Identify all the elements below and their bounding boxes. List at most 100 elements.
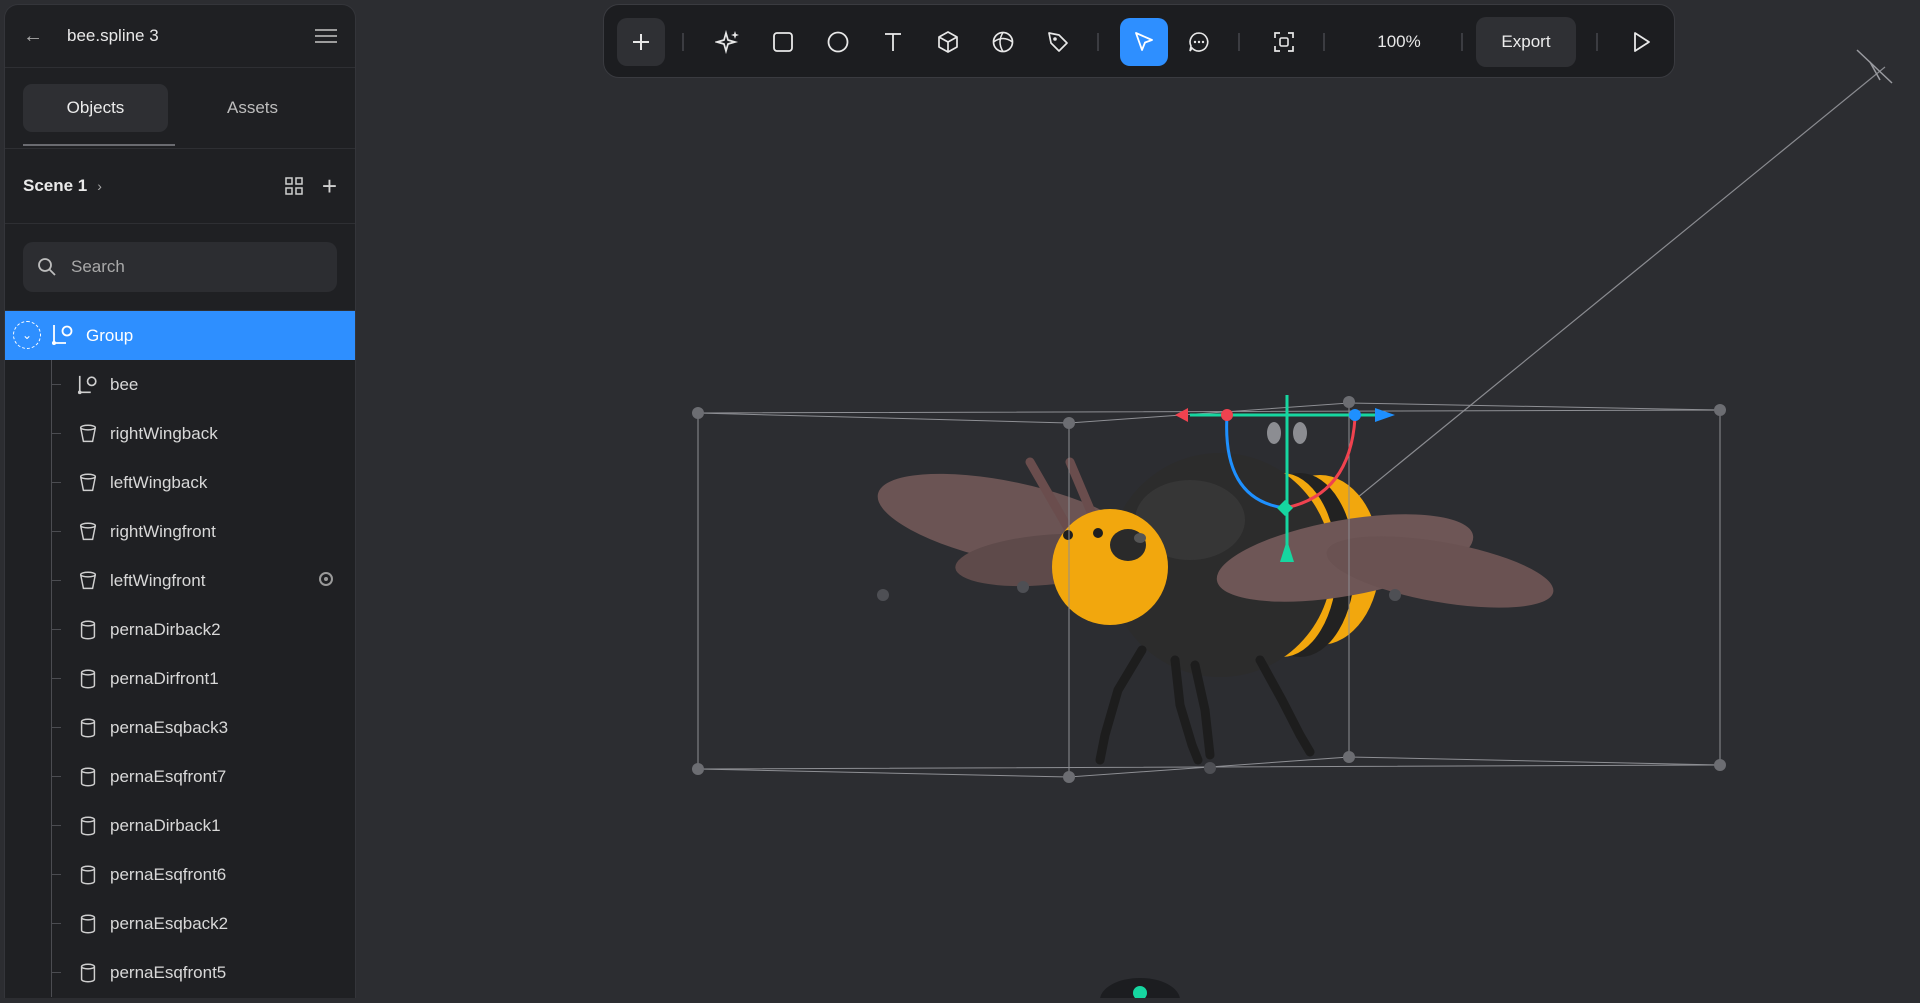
toolbar-divider: [682, 33, 684, 51]
toolbar-divider: [1323, 33, 1325, 51]
cube-tool-button[interactable]: [924, 18, 972, 66]
tree-branch: [51, 580, 61, 581]
tree-item-leftwingback[interactable]: leftWingback: [5, 458, 355, 507]
tree-branch: [51, 629, 61, 630]
select-cursor-icon: [1135, 32, 1153, 51]
back-arrow-icon[interactable]: ←: [23, 25, 47, 48]
zoom-level[interactable]: 100%: [1337, 18, 1461, 66]
tree-branch: [51, 923, 61, 924]
cup-shape-icon: [79, 424, 97, 443]
tree-item-label: pernaDirfront1: [110, 668, 219, 688]
tree-item-label: pernaEsqfront5: [110, 962, 227, 982]
search-input[interactable]: [69, 256, 313, 278]
select-tool-button[interactable]: [1120, 18, 1168, 66]
group-icon: [77, 375, 97, 395]
sphere-tool-button[interactable]: [979, 18, 1027, 66]
tree-item-group[interactable]: ⌄ Group: [5, 311, 355, 360]
rectangle-tool-button[interactable]: [759, 18, 807, 66]
tree-branch: [51, 384, 61, 385]
toolbar-divider: [1461, 33, 1463, 51]
tree-branch: [51, 874, 61, 875]
tree-item-label: pernaDirback2: [110, 619, 221, 639]
tree-branch: [51, 727, 61, 728]
tree-branch: [51, 531, 61, 532]
hamburger-menu-icon[interactable]: [315, 25, 337, 47]
tree-item-pernadirfront1[interactable]: pernaDirfront1: [5, 654, 355, 703]
tree-item-pernadirback1[interactable]: pernaDirback1: [5, 801, 355, 850]
cube-icon: [938, 31, 958, 53]
tree-branch: [51, 776, 61, 777]
ellipse-icon: [827, 31, 849, 53]
tree-item-label: pernaEsqfront7: [110, 766, 227, 786]
tree-item-leftwingfront[interactable]: leftWingfront: [5, 556, 355, 605]
collapse-toggle-icon[interactable]: ⌄: [13, 321, 41, 349]
tree-item-label: rightWingfront: [110, 521, 216, 541]
sidebar-tabs: Objects Assets: [5, 68, 355, 149]
text-tool-button[interactable]: [869, 18, 917, 66]
tree-item-pernaesqfront7[interactable]: pernaEsqfront7: [5, 752, 355, 801]
object-tree: ⌄ Group bee rightWingback leftWingback r…: [5, 311, 355, 997]
camera-object[interactable]: [1329, 49, 1893, 521]
scene-label[interactable]: Scene 1: [23, 176, 87, 196]
tree-item-label: pernaEsqback2: [110, 913, 229, 933]
cup-shape-icon: [79, 473, 97, 492]
toolbar-divider: [1097, 33, 1099, 51]
tree-item-pernaesqback3[interactable]: pernaEsqback3: [5, 703, 355, 752]
cylinder-icon: [80, 914, 96, 934]
tab-assets[interactable]: Assets: [180, 84, 325, 132]
tree-item-label: pernaDirback1: [110, 815, 221, 835]
add-scene-icon[interactable]: +: [322, 173, 337, 199]
tree-item-label: rightWingback: [110, 423, 218, 443]
tree-item-pernaesqfront6[interactable]: pernaEsqfront6: [5, 850, 355, 899]
tree-item-label: leftWingback: [110, 472, 208, 492]
frame-icon: [1274, 32, 1294, 52]
pen-tool-button[interactable]: [1034, 18, 1082, 66]
cylinder-icon: [80, 620, 96, 640]
visibility-toggle-icon[interactable]: [319, 572, 333, 586]
ellipse-tool-button[interactable]: [814, 18, 862, 66]
tree-item-rightwingback[interactable]: rightWingback: [5, 409, 355, 458]
tree-item-pernadirback2[interactable]: pernaDirback2: [5, 605, 355, 654]
tree-item-pernaesqfront5[interactable]: pernaEsqfront5: [5, 948, 355, 997]
cylinder-icon: [80, 767, 96, 787]
tree-item-label: pernaEsqback3: [110, 717, 229, 737]
text-icon: [885, 33, 901, 51]
frame-tool-button[interactable]: [1260, 18, 1308, 66]
tree-item-rightwingfront[interactable]: rightWingfront: [5, 507, 355, 556]
comment-tool-button[interactable]: [1175, 18, 1223, 66]
file-title[interactable]: bee.spline 3: [67, 26, 315, 46]
tree-item-bee[interactable]: bee: [5, 360, 355, 409]
toolbar-divider: [1596, 33, 1598, 51]
search-area: [5, 224, 355, 311]
ai-tool-button[interactable]: [704, 18, 752, 66]
search-icon: [38, 258, 56, 276]
tree-branch: [51, 433, 61, 434]
bottom-pivot-marker[interactable]: [1100, 978, 1180, 1003]
play-icon: [1634, 32, 1650, 52]
top-toolbar: 100% Export: [603, 4, 1675, 78]
cylinder-icon: [80, 669, 96, 689]
tab-objects[interactable]: Objects: [23, 84, 168, 132]
active-tab-indicator: [23, 144, 175, 146]
scene-selector[interactable]: Scene 1 › +: [5, 149, 355, 224]
add-icon: [633, 34, 649, 50]
comment-icon: [1189, 32, 1209, 52]
rectangle-icon: [773, 32, 793, 52]
sphere-icon: [992, 31, 1014, 53]
cylinder-icon: [80, 963, 96, 983]
tree-branch: [51, 482, 61, 483]
tree-item-label: pernaEsqfront6: [110, 864, 227, 884]
add-object-button[interactable]: [617, 18, 665, 66]
chevron-right-icon[interactable]: ›: [97, 178, 284, 194]
play-button[interactable]: [1617, 18, 1665, 66]
group-icon: [52, 325, 73, 345]
cup-shape-icon: [79, 522, 97, 541]
tree-item-label: bee: [110, 374, 139, 394]
export-button[interactable]: Export: [1476, 17, 1576, 67]
grid-view-icon[interactable]: [284, 176, 304, 196]
tree-branch: [51, 972, 61, 973]
search-box[interactable]: [23, 242, 337, 292]
tree-branch: [51, 825, 61, 826]
tree-item-pernaesqback2[interactable]: pernaEsqback2: [5, 899, 355, 948]
cylinder-icon: [80, 718, 96, 738]
